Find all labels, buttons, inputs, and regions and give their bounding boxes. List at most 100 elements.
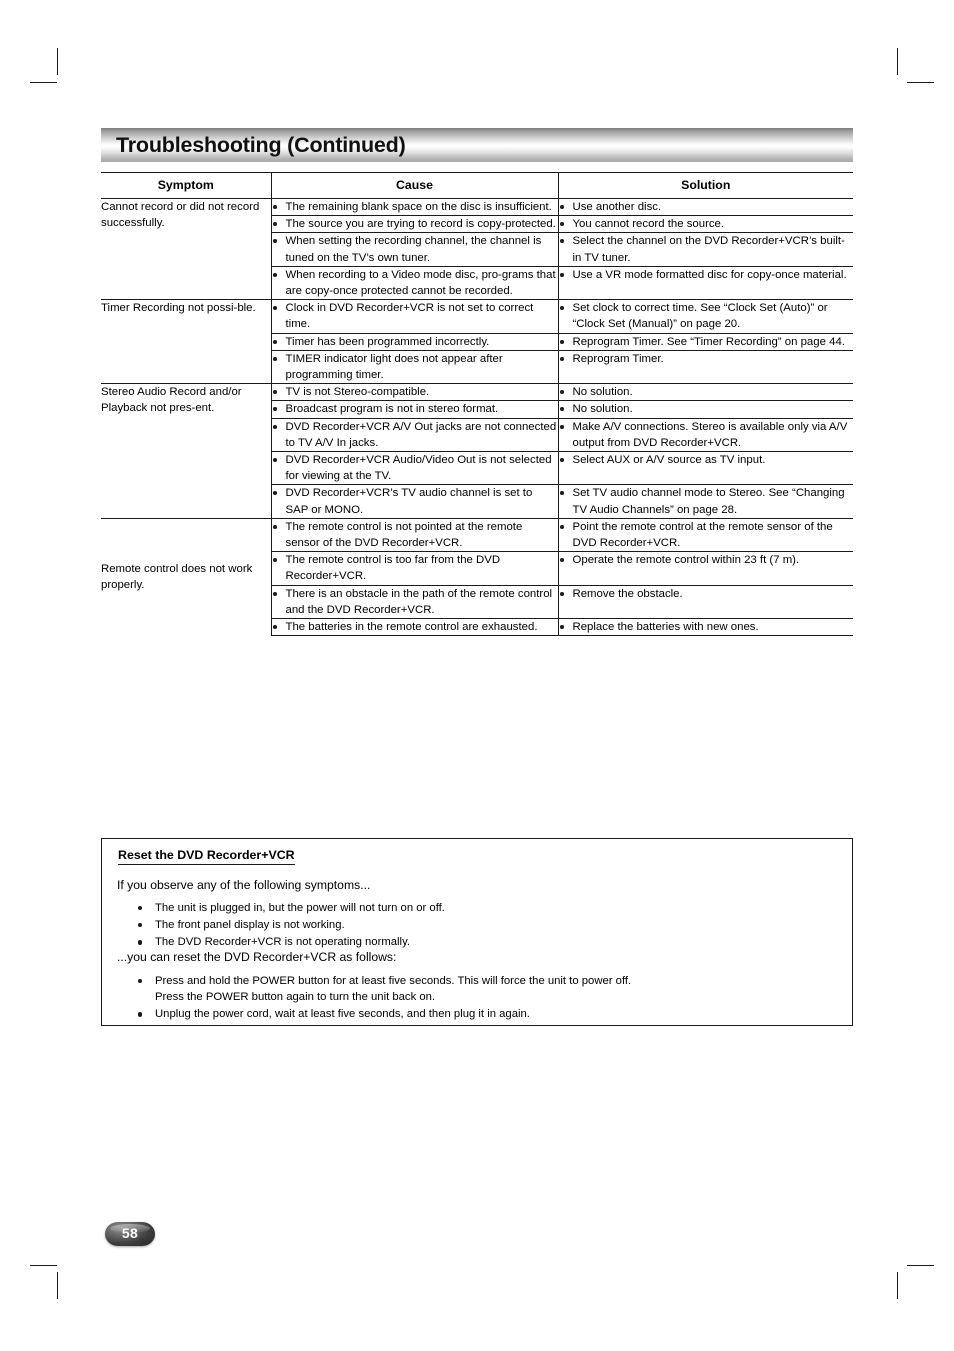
step-line-1: Press and hold the POWER button for at l… <box>155 975 632 987</box>
list-item: Press and hold the POWER button for at l… <box>136 973 631 1005</box>
cause-text: DVD Recorder+VCR’s TV audio channel is s… <box>272 485 558 517</box>
cause-cell: The remaining blank space on the disc is… <box>271 198 559 217</box>
list-item: The front panel display is not working. <box>136 917 445 933</box>
cause-text: When recording to a Video mode disc, pro… <box>272 267 558 299</box>
cause-text: The remote control is too far from the D… <box>272 552 558 584</box>
table-row: Remote control does not work properly. T… <box>101 518 854 636</box>
table-header-row: Symptom Cause Solution <box>101 172 853 199</box>
cause-cell: Clock in DVD Recorder+VCR is not set to … <box>271 299 559 334</box>
cause-text: The remaining blank space on the disc is… <box>272 199 558 215</box>
cause-text: DVD Recorder+VCR Audio/Video Out is not … <box>272 452 558 484</box>
symptom-cell: Remote control does not work properly. <box>101 518 272 636</box>
crop-mark-top-right-vertical <box>897 48 898 75</box>
cause-cell: When setting the recording channel, the … <box>271 232 559 267</box>
symptom-cell: Cannot record or did not record successf… <box>101 198 272 301</box>
page-number: 58 <box>121 1225 139 1241</box>
cause-cell: DVD Recorder+VCR Audio/Video Out is not … <box>271 451 559 486</box>
solution-cell: Operate the remote control within 23 ft … <box>558 551 854 586</box>
reset-box-mid-text: ...you can reset the DVD Recorder+VCR as… <box>117 950 397 964</box>
solution-text: No solution. <box>559 401 854 417</box>
reset-steps-list: Press and hold the POWER button for at l… <box>136 973 631 1024</box>
solution-text: Make A/V connections. Stereo is availabl… <box>559 419 854 451</box>
cause-text: Broadcast program is not in stereo forma… <box>272 401 558 417</box>
solution-text: Remove the obstacle. <box>559 586 854 602</box>
page-number-badge: 58 <box>105 1222 155 1246</box>
solution-text: Reprogram Timer. <box>559 351 854 367</box>
solution-text: No solution. <box>559 384 854 400</box>
solution-text: Set clock to correct time. See “Clock Se… <box>559 300 854 332</box>
solution-text: Select the channel on the DVD Recorder+V… <box>559 233 854 265</box>
solution-text: Use a VR mode formatted disc for copy-on… <box>559 267 854 283</box>
cause-cell: Broadcast program is not in stereo forma… <box>271 400 559 419</box>
column-header-solution: Solution <box>558 172 853 199</box>
solution-text: Set TV audio channel mode to Stereo. See… <box>559 485 854 517</box>
list-item: Unplug the power cord, wait at least fiv… <box>136 1006 631 1022</box>
column-header-symptom: Symptom <box>101 172 272 199</box>
cause-text: Clock in DVD Recorder+VCR is not set to … <box>272 300 558 332</box>
table-row: Timer Recording not possi-ble. Clock in … <box>101 299 854 385</box>
solution-text: Operate the remote control within 23 ft … <box>559 552 854 568</box>
solution-text: You cannot record the source. <box>559 216 854 232</box>
troubleshooting-table: Symptom Cause Solution Cannot record or … <box>101 172 854 637</box>
table-body: Cannot record or did not record successf… <box>101 198 854 637</box>
cause-cell: DVD Recorder+VCR A/V Out jacks are not c… <box>271 418 559 453</box>
solution-cell: Remove the obstacle. <box>558 585 854 620</box>
cause-cell: When recording to a Video mode disc, pro… <box>271 266 559 301</box>
reset-box-title: Reset the DVD Recorder+VCR <box>118 848 295 865</box>
reset-box-lead-text: If you observe any of the following symp… <box>117 878 371 892</box>
cause-cell: Timer has been programmed incorrectly. <box>271 333 559 351</box>
cause-cell: TIMER indicator light does not appear af… <box>271 350 559 385</box>
solution-cell: Set clock to correct time. See “Clock Se… <box>558 299 854 334</box>
solution-cell: Make A/V connections. Stereo is availabl… <box>558 418 854 453</box>
cause-cell: There is an obstacle in the path of the … <box>271 585 559 620</box>
table-row: Stereo Audio Record and/or Playback not … <box>101 383 854 519</box>
cause-text: DVD Recorder+VCR A/V Out jacks are not c… <box>272 419 558 451</box>
cause-cell: TV is not Stereo-compatible. <box>271 383 559 402</box>
solution-cell: Select AUX or A/V source as TV input. <box>558 451 854 486</box>
list-item: The unit is plugged in, but the power wi… <box>136 900 445 916</box>
cause-text: TIMER indicator light does not appear af… <box>272 351 558 383</box>
cause-text: TV is not Stereo-compatible. <box>272 384 558 400</box>
cause-cell: The remote control is too far from the D… <box>271 551 559 586</box>
crop-mark-top-right-horizontal <box>907 82 934 83</box>
symptom-cell: Timer Recording not possi-ble. <box>101 299 272 385</box>
solution-text: Use another disc. <box>559 199 854 215</box>
reset-instructions-box: Reset the DVD Recorder+VCR If you observ… <box>101 838 853 1026</box>
cause-cell: The remote control is not pointed at the… <box>271 518 559 553</box>
crop-mark-bottom-right-horizontal <box>907 1265 934 1266</box>
solution-text: Point the remote control at the remote s… <box>559 519 854 551</box>
table-row: Cannot record or did not record successf… <box>101 198 854 301</box>
cause-cell: DVD Recorder+VCR’s TV audio channel is s… <box>271 484 559 519</box>
symptom-cell: Stereo Audio Record and/or Playback not … <box>101 383 272 519</box>
solution-cell: No solution. <box>558 400 854 419</box>
crop-mark-bottom-left-vertical <box>57 1272 58 1299</box>
solution-text: Replace the batteries with new ones. <box>559 619 854 635</box>
step-line-2: Press the POWER button again to turn the… <box>155 991 436 1004</box>
solution-cell: You cannot record the source. <box>558 215 854 234</box>
solution-cell: Select the channel on the DVD Recorder+V… <box>558 232 854 267</box>
solution-cell: Replace the batteries with new ones. <box>558 618 854 637</box>
solution-cell: Use a VR mode formatted disc for copy-on… <box>558 266 854 301</box>
crop-mark-top-left-horizontal <box>30 82 57 83</box>
crop-mark-bottom-left-horizontal <box>30 1265 57 1266</box>
solution-cell: Reprogram Timer. <box>558 350 854 385</box>
crop-mark-bottom-right-vertical <box>897 1272 898 1299</box>
cause-text: The remote control is not pointed at the… <box>272 519 558 551</box>
cause-text: Timer has been programmed incorrectly. <box>272 334 558 350</box>
cause-cell: The batteries in the remote control are … <box>271 618 559 637</box>
solution-text: Reprogram Timer. See “Timer Recording” o… <box>559 334 854 350</box>
cause-cell: The source you are trying to record is c… <box>271 215 559 234</box>
cause-text: The source you are trying to record is c… <box>272 216 558 232</box>
solution-cell: No solution. <box>558 383 854 402</box>
cause-text: When setting the recording channel, the … <box>272 233 558 265</box>
step-line-1: Unplug the power cord, wait at least fiv… <box>155 1008 530 1021</box>
page-title: Troubleshooting (Continued) <box>116 133 406 157</box>
reset-symptom-list: The unit is plugged in, but the power wi… <box>136 900 445 952</box>
solution-cell: Use another disc. <box>558 198 854 217</box>
cause-text: The batteries in the remote control are … <box>272 619 558 635</box>
cause-text: There is an obstacle in the path of the … <box>272 586 558 618</box>
solution-cell: Set TV audio channel mode to Stereo. See… <box>558 484 854 519</box>
solution-text: Select AUX or A/V source as TV input. <box>559 452 854 468</box>
solution-cell: Point the remote control at the remote s… <box>558 518 854 553</box>
column-header-cause: Cause <box>271 172 559 199</box>
